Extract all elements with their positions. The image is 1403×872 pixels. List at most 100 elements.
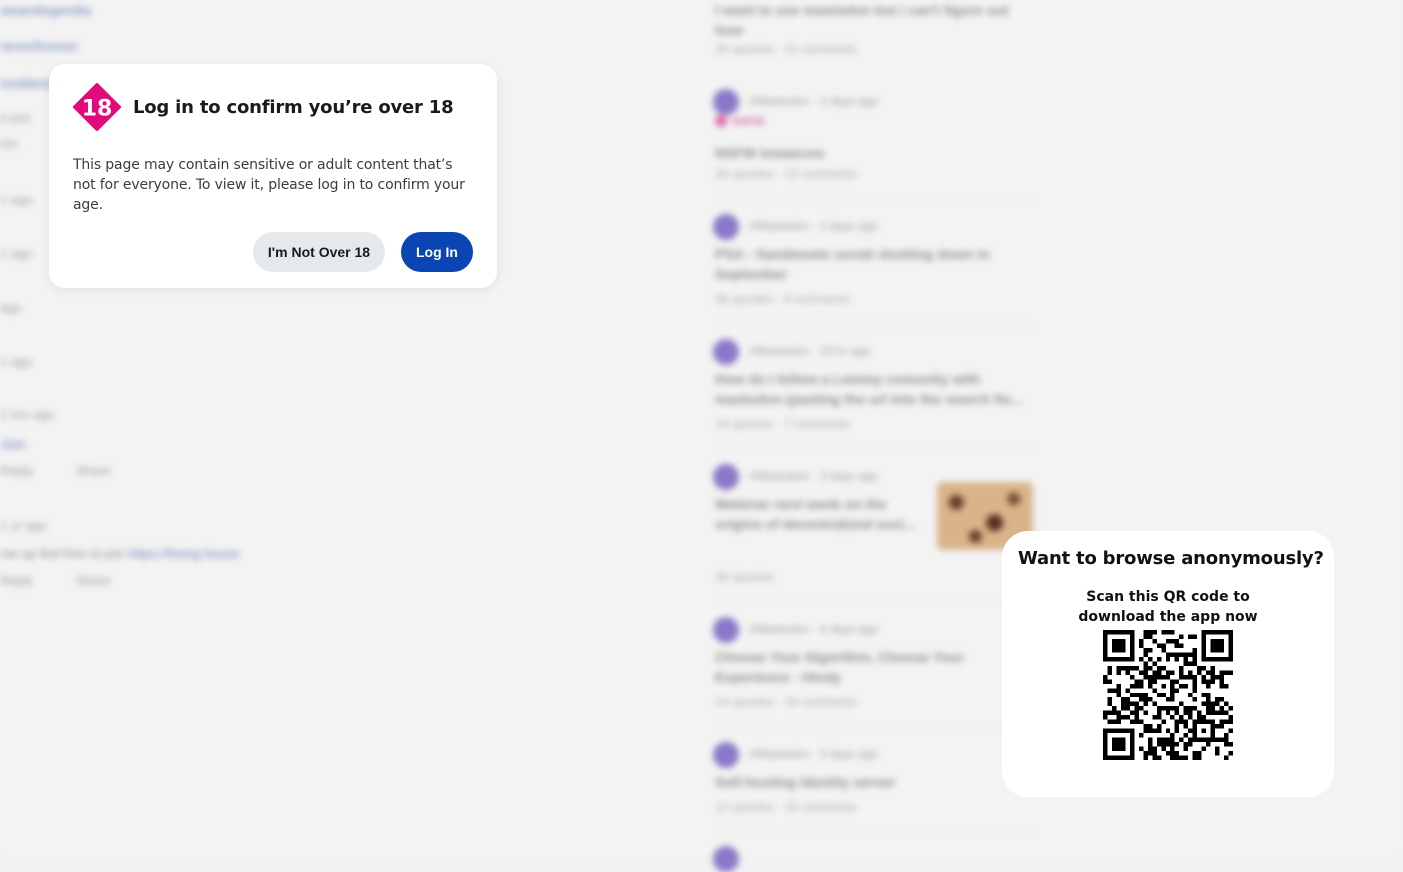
qr-module: [1120, 630, 1126, 635]
qr-module: [1170, 679, 1175, 684]
log-in-button[interactable]: Log In: [401, 232, 473, 272]
join-link[interactable]: Join: [0, 436, 26, 452]
qr-module: [1170, 630, 1175, 635]
not-over-18-button[interactable]: I'm Not Over 18: [253, 232, 385, 272]
qr-module: [1192, 724, 1198, 729]
user-link[interactable]: rockbest: [0, 75, 53, 91]
qr-module: [1188, 706, 1193, 711]
qr-module: [1143, 701, 1148, 707]
user-link[interactable]: wearelegendia: [0, 2, 91, 18]
qr-module: [1103, 634, 1108, 639]
qr-module: [1152, 670, 1157, 675]
share-button[interactable]: Share: [76, 463, 111, 478]
qr-module: [1116, 728, 1121, 734]
qr-module: [1192, 719, 1198, 725]
qr-module: [1147, 630, 1153, 635]
qr-code-icon[interactable]: [1103, 630, 1233, 760]
qr-module: [1143, 692, 1148, 698]
qr-module: [1224, 670, 1229, 675]
qr-module: [1170, 652, 1175, 657]
post-item[interactable]: r/Mastodon · 2 days ago NSFW NSFW Instan…: [705, 89, 1035, 204]
qr-module: [1161, 742, 1166, 747]
comment-text: it pos: [0, 110, 32, 125]
share-button[interactable]: Share: [76, 573, 111, 588]
post-stats: 14 upvotes · 7 comments: [715, 417, 850, 431]
qr-module: [1170, 733, 1175, 738]
qr-module: [1111, 638, 1117, 644]
qr-module: [1152, 701, 1157, 707]
post-title[interactable]: I want to use mastodon but i can't figur…: [715, 0, 1025, 40]
qr-module: [1206, 670, 1211, 675]
qr-module: [1107, 697, 1112, 702]
qr-module: [1103, 656, 1108, 662]
qr-module: [1156, 710, 1162, 716]
reply-button[interactable]: Reply: [0, 463, 33, 478]
qr-module: [1210, 719, 1216, 725]
qr-module: [1120, 656, 1126, 662]
qr-module: [1120, 737, 1126, 743]
reply-button[interactable]: Reply: [0, 573, 33, 588]
qr-module: [1125, 701, 1130, 707]
qr-module: [1147, 674, 1153, 680]
qr-module: [1103, 715, 1108, 720]
qr-module: [1206, 706, 1211, 711]
qr-module: [1129, 638, 1135, 644]
post-title[interactable]: Choose Your Algorithm, Choose Your Exper…: [715, 647, 1025, 687]
post-item[interactable]: I want to use mastodon but i can't figur…: [705, 0, 1035, 80]
qr-module: [1174, 751, 1180, 756]
qr-module: [1152, 638, 1157, 644]
qr-module: [1170, 688, 1175, 693]
qr-module: [1129, 652, 1135, 657]
qr-module: [1107, 710, 1112, 716]
post-item[interactable]: r/Mastodon · 3 days ago Self-hosting ide…: [705, 742, 1035, 872]
qr-module: [1224, 630, 1229, 635]
post-title[interactable]: Self-hosting identity server: [715, 772, 1025, 792]
qr-module: [1156, 724, 1162, 729]
qr-module: [1219, 719, 1225, 725]
qr-module: [1215, 656, 1220, 662]
qr-module: [1219, 647, 1225, 653]
post-item[interactable]: r/Mastodon · 4 days ago Choose Your Algo…: [705, 617, 1035, 732]
qr-module: [1201, 634, 1207, 639]
qr-module: [1111, 656, 1117, 662]
qr-module: [1152, 661, 1157, 666]
inline-link[interactable]: https://foring.house: [129, 546, 240, 561]
qr-module: [1210, 679, 1216, 684]
qr-module: [1143, 647, 1148, 653]
comment-time: 1 ago: [0, 354, 33, 369]
post-title[interactable]: NSFW Instances: [715, 143, 1025, 163]
qr-module: [1188, 692, 1193, 698]
qr-module: [1134, 715, 1139, 720]
qr-module: [1107, 665, 1112, 671]
qr-module: [1161, 719, 1166, 725]
post-title[interactable]: Webinar next week on the origins of dece…: [715, 494, 925, 534]
post-item[interactable]: r/Mastodon · 10 hr ago How do I follow a…: [705, 339, 1035, 454]
qr-module: [1103, 751, 1108, 756]
qr-module: [1165, 652, 1171, 657]
qr-module: [1201, 665, 1207, 671]
qr-module: [1206, 692, 1211, 698]
qr-module: [1179, 715, 1184, 720]
qr-module: [1138, 692, 1144, 698]
divider: [715, 199, 1035, 200]
qr-subtitle-line: download the app now: [1078, 609, 1258, 625]
post-title[interactable]: How do I follow a Lemmy comunity with ma…: [715, 369, 1025, 409]
user-link[interactable]: neverforever: [0, 38, 79, 54]
qr-module: [1215, 710, 1220, 716]
qr-module: [1125, 706, 1130, 711]
qr-module: [1183, 733, 1189, 738]
qr-module: [1174, 656, 1180, 662]
post-title[interactable]: PSA : Sandmeats social shutting down in …: [715, 244, 1025, 284]
qr-module: [1103, 679, 1108, 684]
qr-module: [1219, 656, 1225, 662]
qr-module: [1129, 665, 1135, 671]
qr-module: [1134, 679, 1139, 684]
qr-module: [1188, 670, 1193, 675]
qr-module: [1206, 742, 1211, 747]
qr-module: [1143, 634, 1148, 639]
qr-module: [1129, 634, 1135, 639]
post-item[interactable]: r/Mastodon · 2 days ago PSA : Sandmeats …: [705, 214, 1035, 329]
divider: [715, 602, 1035, 603]
qr-module: [1183, 674, 1189, 680]
post-item[interactable]: r/Mastodon · 3 days ago Webinar next wee…: [705, 464, 1035, 604]
